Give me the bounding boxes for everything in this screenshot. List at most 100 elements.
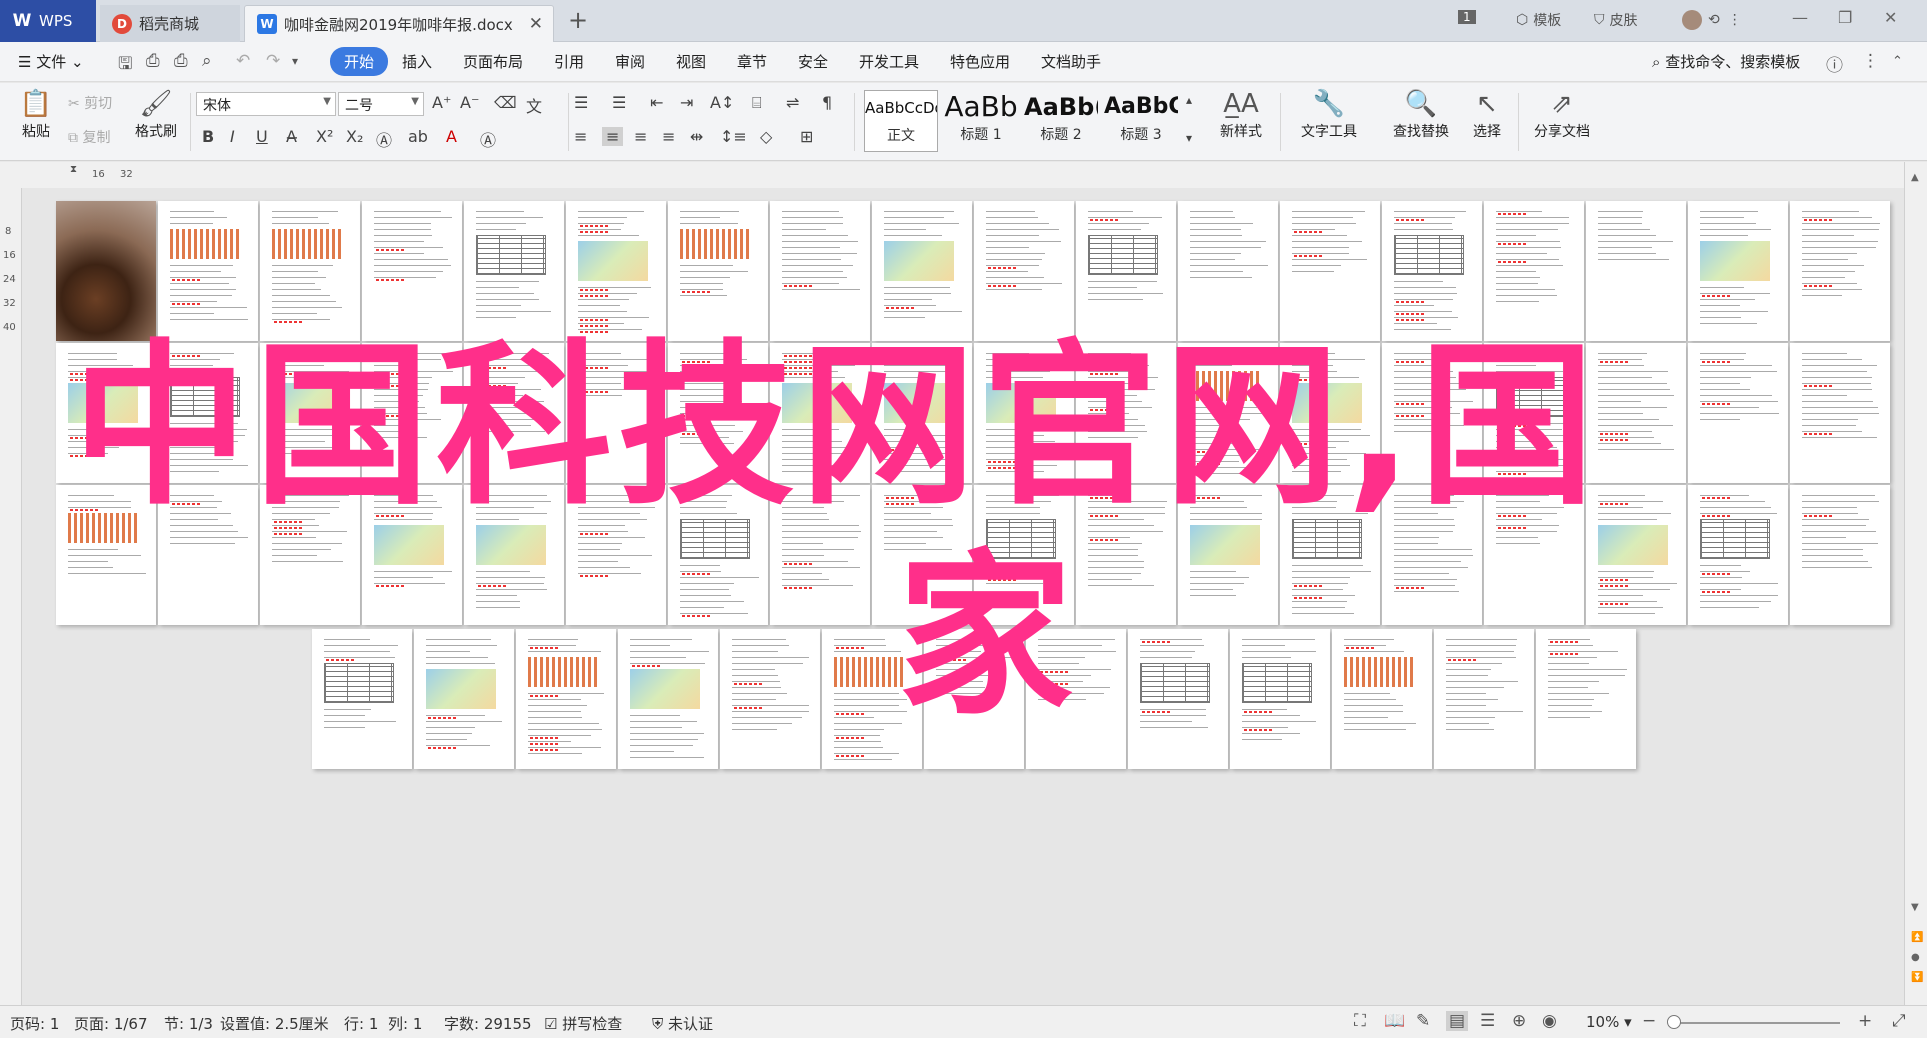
menu-chapter[interactable]: 章节: [737, 51, 767, 72]
new-style-button[interactable]: A̲A 新样式: [1208, 87, 1274, 141]
chinese-layout-icon[interactable]: ⌸: [752, 93, 762, 113]
outline-view-icon[interactable]: ☰: [1480, 1011, 1495, 1031]
page-thumbnail[interactable]: [872, 343, 972, 483]
font-color-icon[interactable]: A: [446, 127, 457, 146]
fullscreen-icon[interactable]: ⛶: [1354, 1011, 1366, 1031]
page-thumbnail[interactable]: [770, 201, 870, 341]
page-thumbnail[interactable]: [1076, 201, 1176, 341]
page-thumbnail[interactable]: [464, 485, 564, 625]
vertical-scrollbar[interactable]: ▲ ▼ ⏫ ● ⏬: [1904, 162, 1927, 1005]
page-thumbnail[interactable]: [1280, 485, 1380, 625]
page-thumbnail[interactable]: [872, 485, 972, 625]
export-pdf-icon[interactable]: ⎙: [146, 51, 160, 71]
template-button[interactable]: ⬡ 模板: [1516, 10, 1561, 30]
style-heading-3[interactable]: AaBbC 标题 3: [1104, 90, 1178, 152]
file-menu[interactable]: ☰ 文件 ⌄: [18, 51, 84, 72]
bullet-list-icon[interactable]: ☰: [574, 93, 588, 112]
more-options-icon[interactable]: ⋮: [1862, 51, 1879, 71]
increase-indent-icon[interactable]: ⇥: [680, 93, 693, 112]
previous-page-icon[interactable]: ⏫: [1911, 932, 1923, 943]
maximize-icon[interactable]: ❐: [1838, 8, 1852, 27]
page-thumbnail[interactable]: [158, 343, 258, 483]
paste-button[interactable]: 📋 粘贴: [12, 87, 60, 141]
superscript-icon[interactable]: X²: [316, 127, 333, 146]
page-thumbnail[interactable]: [1586, 485, 1686, 625]
page-thumbnail[interactable]: [1076, 343, 1176, 483]
indent-marker-icon[interactable]: ⧗: [70, 164, 77, 175]
copy-button[interactable]: ⧉ 复制: [68, 127, 110, 147]
page-thumbnail[interactable]: [1434, 629, 1534, 769]
page-thumbnail[interactable]: [312, 629, 412, 769]
page-thumbnail[interactable]: [260, 343, 360, 483]
format-painter-button[interactable]: 🖌 格式刷: [128, 87, 184, 141]
menu-page-layout[interactable]: 页面布局: [463, 51, 523, 72]
underline-icon[interactable]: U: [256, 127, 268, 146]
page-thumbnail[interactable]: [1382, 485, 1482, 625]
menu-start[interactable]: 开始: [330, 47, 389, 76]
page-thumbnail[interactable]: [822, 629, 922, 769]
page-thumbnail[interactable]: [770, 485, 870, 625]
numbered-list-icon[interactable]: ☰: [612, 93, 626, 112]
page-thumbnail[interactable]: [1688, 343, 1788, 483]
page-thumbnail[interactable]: [362, 485, 462, 625]
page-thumbnail[interactable]: [1332, 629, 1432, 769]
page-thumbnail[interactable]: [1178, 343, 1278, 483]
page-thumbnail[interactable]: [158, 485, 258, 625]
page-thumbnail[interactable]: [720, 629, 820, 769]
decrease-indent-icon[interactable]: ⇤: [650, 93, 663, 112]
help-icon[interactable]: ⓘ: [1826, 51, 1843, 76]
certification-status[interactable]: ⛨ 未认证: [652, 1013, 713, 1034]
new-tab-button[interactable]: +: [568, 6, 588, 34]
page-thumbnail[interactable]: [1688, 485, 1788, 625]
page-thumbnail[interactable]: [1586, 343, 1686, 483]
web-view-icon[interactable]: ⊕: [1512, 1011, 1526, 1031]
page-thumbnail[interactable]: [260, 485, 360, 625]
text-effect-icon[interactable]: Ⓐ: [376, 127, 392, 151]
page-thumbnail[interactable]: [158, 201, 258, 341]
close-tab-icon[interactable]: ✕: [529, 14, 543, 34]
reading-mode-icon[interactable]: 📖: [1384, 1011, 1405, 1031]
page-thumbnail[interactable]: [464, 343, 564, 483]
menu-review[interactable]: 审阅: [615, 51, 645, 72]
page-thumbnail[interactable]: [566, 343, 666, 483]
pinyin-icon[interactable]: 文: [526, 93, 542, 117]
undo-icon[interactable]: ↶: [236, 51, 250, 71]
page-thumbnail[interactable]: [770, 343, 870, 483]
edit-mode-icon[interactable]: ✎: [1416, 1011, 1430, 1031]
justify-icon[interactable]: ≡: [662, 127, 675, 146]
italic-icon[interactable]: I: [230, 127, 235, 146]
page-thumbnail[interactable]: [668, 485, 768, 625]
collapse-ribbon-icon[interactable]: ⌃: [1892, 54, 1903, 69]
status-page-number[interactable]: 页码: 1: [10, 1013, 59, 1034]
minimize-icon[interactable]: —: [1792, 8, 1808, 27]
print-preview-icon[interactable]: ⌕: [202, 51, 212, 71]
cut-button[interactable]: ✂ 剪切: [68, 93, 112, 113]
page-thumbnail[interactable]: [1230, 629, 1330, 769]
page-thumbnail[interactable]: [668, 343, 768, 483]
page-thumbnail[interactable]: [1484, 343, 1584, 483]
page-thumbnail[interactable]: [1484, 485, 1584, 625]
page-thumbnail[interactable]: [1790, 201, 1890, 341]
page-thumbnail[interactable]: [1536, 629, 1636, 769]
save-icon[interactable]: 🖫: [118, 51, 132, 80]
font-size-select[interactable]: 二号 ▼: [338, 92, 424, 116]
print-icon[interactable]: ⎙: [174, 51, 188, 71]
char-shading-icon[interactable]: Ⓐ: [480, 127, 496, 151]
align-center-icon[interactable]: ≡: [602, 127, 624, 146]
page-thumbnail[interactable]: [1026, 629, 1126, 769]
select-button[interactable]: ↖ 选择: [1462, 87, 1512, 141]
page-thumbnail[interactable]: [56, 201, 156, 341]
subscript-icon[interactable]: X₂: [346, 127, 363, 146]
quick-access-dropdown-icon[interactable]: ▾: [292, 54, 298, 68]
page-thumbnail[interactable]: [1076, 485, 1176, 625]
document-workspace[interactable]: [22, 188, 1904, 1005]
page-thumbnail[interactable]: [566, 201, 666, 341]
menu-view[interactable]: 视图: [676, 51, 706, 72]
status-section[interactable]: 节: 1/3: [164, 1013, 213, 1034]
highlight-icon[interactable]: ab: [408, 127, 428, 146]
zoom-out-icon[interactable]: −: [1642, 1011, 1656, 1031]
style-heading-1[interactable]: AaBb 标题 1: [944, 90, 1018, 152]
menu-dev-tools[interactable]: 开发工具: [859, 51, 919, 72]
page-thumbnail[interactable]: [1484, 201, 1584, 341]
style-scroll-up-icon[interactable]: ▴: [1186, 93, 1192, 107]
